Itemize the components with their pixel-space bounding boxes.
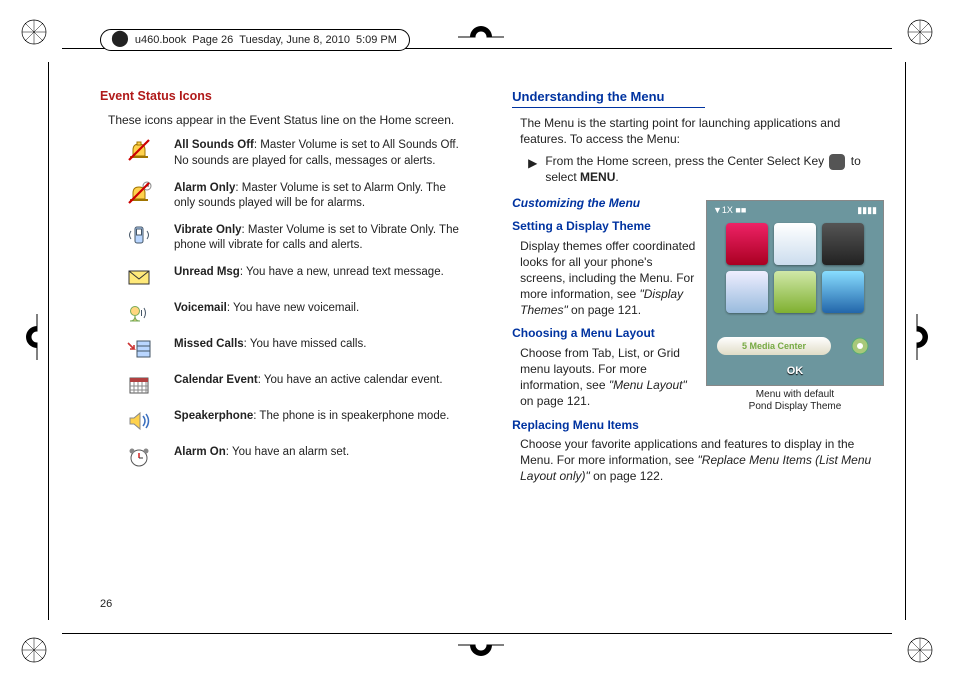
crop-mark-bottom <box>458 633 504 667</box>
crop-mark-tl <box>20 18 48 46</box>
header-page: Page 26 <box>192 30 233 50</box>
status-row-unread-msg: Unread Msg: You have a new, unread text … <box>118 265 468 289</box>
phone-tile <box>822 223 864 265</box>
missed-call-icon <box>118 337 160 361</box>
phone-status-right: ▮▮▮▮ <box>857 205 877 219</box>
right-column: Understanding the Menu The Menu is the s… <box>512 88 884 622</box>
alarm-on-icon <box>118 445 160 469</box>
crop-rule-bottom <box>62 633 892 634</box>
crop-mark-right <box>905 314 939 360</box>
phone-screen: ▼1X ■■ ▮▮▮▮ 5 Media Center OK <box>706 200 884 386</box>
crop-mark-top <box>458 15 504 49</box>
calendar-icon <box>118 373 160 397</box>
center-select-key-icon <box>829 154 845 170</box>
status-row-all-sounds-off: All Sounds Off: Master Volume is set to … <box>118 138 468 168</box>
status-desc: All Sounds Off: Master Volume is set to … <box>174 138 468 168</box>
heading-understanding-menu: Understanding the Menu <box>512 88 704 108</box>
crop-mark-tr <box>906 18 934 46</box>
crop-rule-left <box>48 62 49 620</box>
phone-caption: Menu with defaultPond Display Theme <box>706 389 884 413</box>
crop-mark-left <box>15 314 49 360</box>
status-row-alarm-on: Alarm On: You have an alarm set. <box>118 445 468 469</box>
bell-mute-icon <box>118 138 160 168</box>
phone-tile <box>726 223 768 265</box>
menu-step: ▶ From the Home screen, press the Center… <box>528 154 884 186</box>
crop-mark-bl <box>20 636 48 664</box>
alarm-only-icon <box>118 181 160 211</box>
speaker-icon <box>118 409 160 433</box>
phone-figure: ▼1X ■■ ▮▮▮▮ 5 Media Center OK <box>706 200 884 413</box>
replace-paragraph: Choose your favorite applications and fe… <box>520 437 884 484</box>
phone-ok-label: OK <box>707 364 883 379</box>
status-row-speakerphone: Speakerphone: The phone is in speakerpho… <box>118 409 468 433</box>
status-desc: Unread Msg: You have a new, unread text … <box>174 265 468 289</box>
phone-tile <box>726 271 768 313</box>
status-desc: Calendar Event: You have an active calen… <box>174 373 468 397</box>
phone-tile <box>822 271 864 313</box>
crop-mark-br <box>906 636 934 664</box>
voicemail-icon <box>118 301 160 325</box>
phone-status-left: ▼1X ■■ <box>713 205 746 219</box>
header-date: Tuesday, June 8, 2010 <box>239 30 350 50</box>
status-row-missed-calls: Missed Calls: You have missed calls. <box>118 337 468 361</box>
status-desc: Missed Calls: You have missed calls. <box>174 337 468 361</box>
crop-rule-right <box>905 62 906 620</box>
page-header-bubble: ⬤ u460.book Page 26 Tuesday, June 8, 201… <box>100 29 410 51</box>
status-row-alarm-only: Alarm Only: Master Volume is set to Alar… <box>118 181 468 211</box>
phone-tile <box>774 223 816 265</box>
status-desc: Voicemail: You have new voicemail. <box>174 301 468 325</box>
vibrate-icon <box>118 223 160 253</box>
menu-intro: The Menu is the starting point for launc… <box>520 116 884 148</box>
status-desc: Alarm On: You have an alarm set. <box>174 445 468 469</box>
heading-event-status: Event Status Icons <box>100 88 468 105</box>
left-column: Event Status Icons These icons appear in… <box>100 88 472 622</box>
status-row-voicemail: Voicemail: You have new voicemail. <box>118 301 468 325</box>
status-desc: Alarm Only: Master Volume is set to Alar… <box>174 181 468 211</box>
header-time: 5:09 PM <box>356 30 397 50</box>
status-desc: Speakerphone: The phone is in speakerpho… <box>174 409 468 433</box>
header-doc: u460.book <box>135 30 186 50</box>
gear-icon <box>849 335 871 357</box>
phone-tile <box>774 271 816 313</box>
page-number: 26 <box>100 598 112 610</box>
status-desc: Vibrate Only: Master Volume is set to Vi… <box>174 223 468 253</box>
step-arrow-icon: ▶ <box>528 157 537 169</box>
status-row-calendar-event: Calendar Event: You have an active calen… <box>118 373 468 397</box>
event-status-intro: These icons appear in the Event Status l… <box>108 113 468 129</box>
status-row-vibrate-only: Vibrate Only: Master Volume is set to Vi… <box>118 223 468 253</box>
heading-replace-items: Replacing Menu Items <box>512 418 884 434</box>
phone-pill: 5 Media Center <box>717 337 831 355</box>
menu-step-text: From the Home screen, press the Center S… <box>545 154 884 186</box>
envelope-icon <box>118 265 160 289</box>
